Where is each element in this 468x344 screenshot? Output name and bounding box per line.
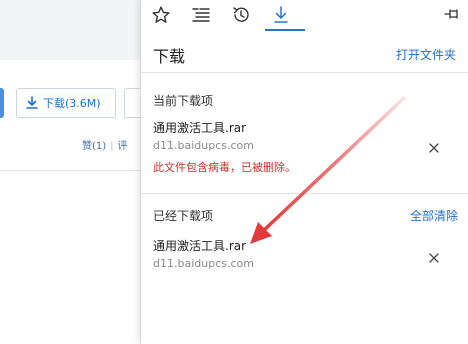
current-downloads-heading: 当前下载项	[153, 94, 214, 108]
tab-downloads[interactable]	[267, 2, 295, 28]
background-webpage: 下载(3.6M) 赞(1) | 评	[0, 0, 144, 344]
meta-separator: |	[110, 141, 114, 152]
active-tab-indicator	[265, 29, 305, 31]
close-icon	[429, 253, 439, 263]
background-download-button[interactable]: 下载(3.6M)	[16, 88, 116, 118]
download-icon	[26, 96, 38, 109]
like-link[interactable]: 赞(1)	[82, 141, 106, 152]
download-host: d11.baidupcs.com	[153, 257, 254, 270]
tab-reading-list[interactable]	[187, 2, 215, 28]
download-icon	[274, 6, 288, 23]
download-filename: 通用激活工具.rar	[153, 239, 247, 253]
downloads-panel: 下载 打开文件夹 当前下载项 通用激活工具.rar d11.baidupcs.c…	[140, 0, 468, 344]
tab-history[interactable]	[227, 2, 255, 28]
panel-title: 下载	[153, 47, 186, 66]
star-icon	[152, 6, 170, 23]
download-filename: 通用激活工具.rar	[153, 121, 247, 135]
background-edge-button[interactable]	[0, 88, 4, 118]
background-divider	[0, 170, 140, 171]
panel-tab-bar	[141, 0, 468, 34]
virus-warning: 此文件包含病毒，已被删除。	[153, 161, 296, 174]
comment-link[interactable]: 评	[118, 141, 128, 152]
clear-all-link[interactable]: 全部清除	[410, 207, 458, 224]
divider	[141, 193, 468, 194]
history-icon	[233, 7, 249, 22]
remove-download-button[interactable]	[427, 250, 441, 264]
finished-downloads-heading: 已经下载项	[153, 209, 214, 223]
remove-download-button[interactable]	[427, 140, 441, 154]
pin-icon	[444, 9, 458, 19]
screen: 下载(3.6M) 赞(1) | 评 下载 打开文件夹 当前下载项 通用激活工具.…	[0, 0, 468, 344]
background-header-strip	[0, 0, 140, 60]
close-icon	[429, 143, 439, 153]
divider	[141, 72, 468, 73]
tab-favorites[interactable]	[147, 2, 175, 28]
download-item-current[interactable]: 通用激活工具.rar d11.baidupcs.com 此文件包含病毒，已被删除…	[153, 120, 463, 180]
open-folder-link[interactable]: 打开文件夹	[396, 46, 456, 63]
reading-list-icon	[192, 8, 210, 22]
download-host: d11.baidupcs.com	[153, 139, 254, 152]
background-download-label: 下载(3.6M)	[43, 97, 101, 110]
download-item-finished[interactable]: 通用激活工具.rar d11.baidupcs.com	[153, 238, 463, 278]
background-meta-links: 赞(1) | 评	[82, 137, 128, 152]
pin-button[interactable]	[443, 6, 461, 22]
